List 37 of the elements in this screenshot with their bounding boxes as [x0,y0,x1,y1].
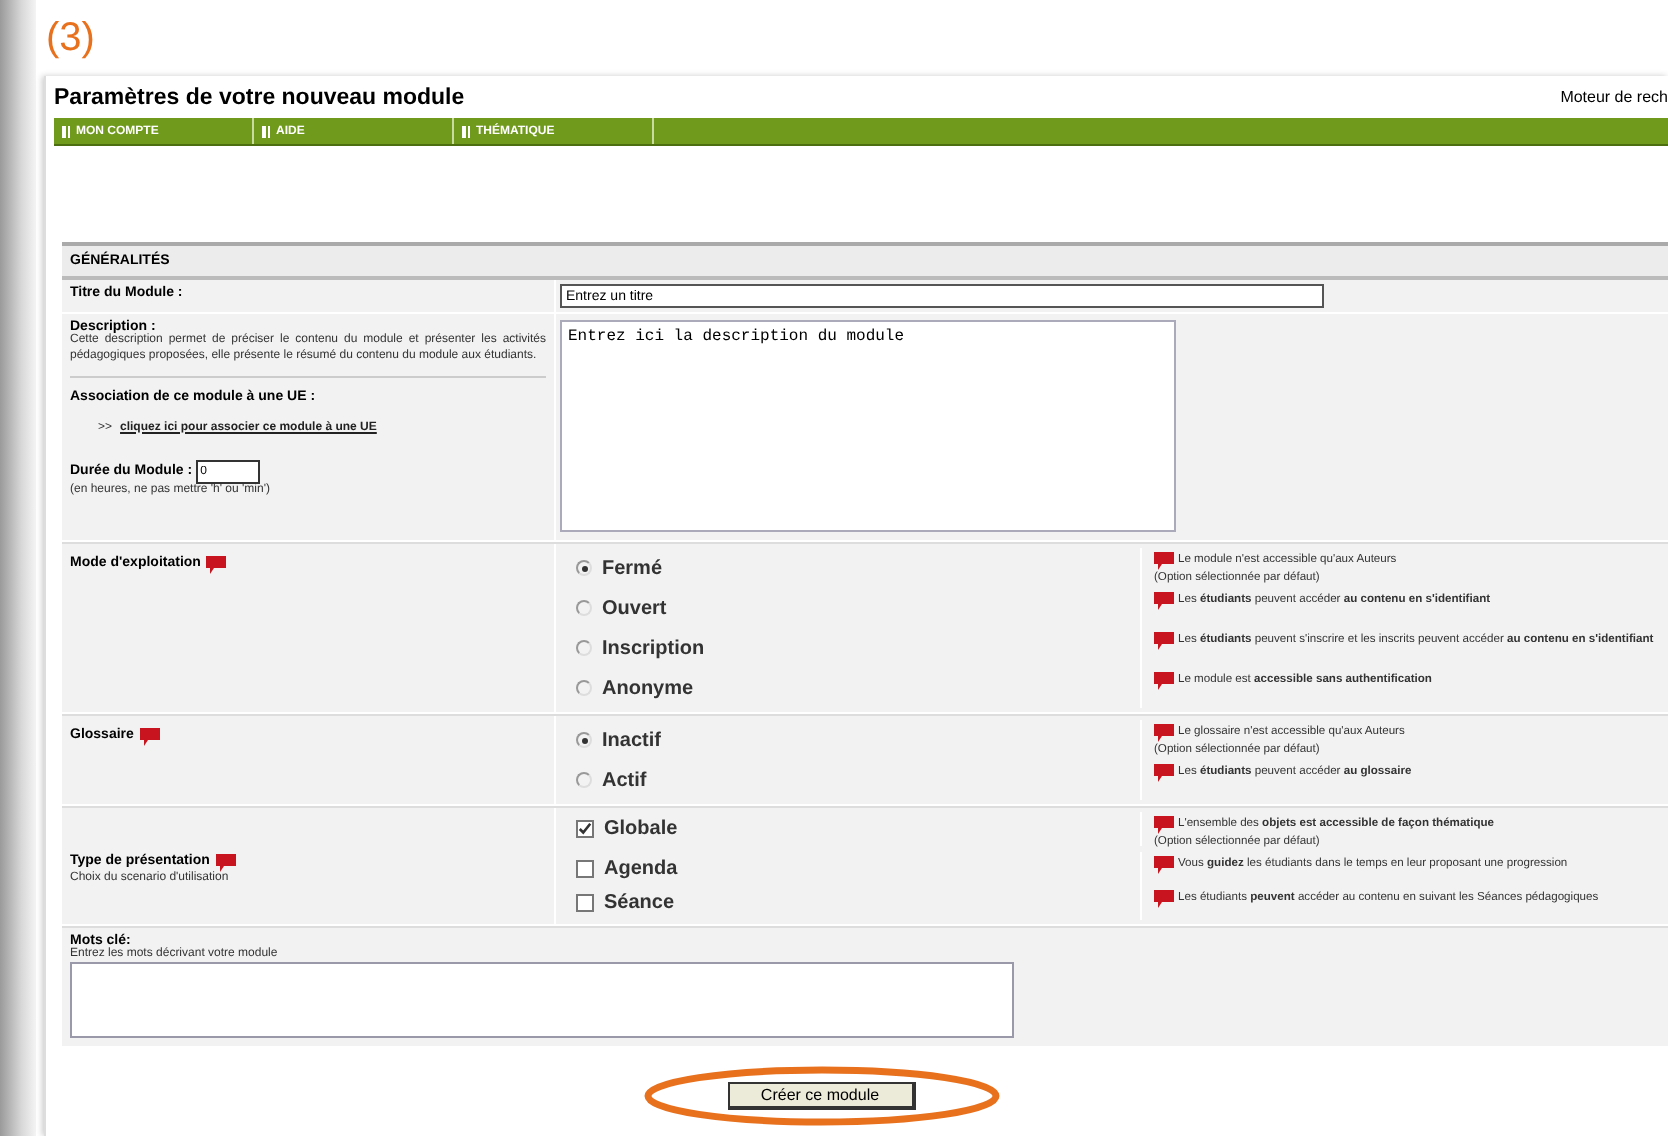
option-label: Inactif [602,729,661,751]
comment-icon [215,853,236,872]
option-label: Fermé [602,557,663,579]
comment-icon [1154,816,1174,834]
option-label: Inscription [602,637,705,659]
page-title: Paramètres de votre nouveau module [54,85,465,109]
comment-icon [139,728,160,746]
comment-icon [1154,672,1174,690]
option-label: Anonyme [602,677,694,699]
option-label: Globale [604,818,678,840]
keywords-textarea[interactable] [70,961,1014,1038]
comment-icon [1154,724,1174,742]
bullet-icon [462,125,470,137]
checkbox[interactable] [576,820,594,838]
checkbox[interactable] [576,893,594,912]
step-caption: (3) [44,14,97,64]
comment-icon [1154,552,1174,570]
radio-button[interactable] [576,680,592,696]
radio-button[interactable] [576,772,592,788]
option-label: Séance [604,891,675,914]
comment-icon [1154,764,1174,782]
comment-icon [1154,632,1174,650]
checkbox[interactable] [576,859,594,878]
option-label: Ouvert [602,597,667,619]
create-module-button[interactable]: Créer ce module [727,1081,915,1110]
radio-button[interactable] [576,600,592,616]
search-label: Moteur de rech [1560,88,1668,106]
radio-button[interactable] [576,640,592,656]
radio-button[interactable] [576,732,592,748]
option-label: Agenda [604,857,678,880]
comment-icon [1154,592,1174,610]
bullet-icon [62,125,70,137]
description-textarea[interactable]: Entrez ici la description du module [560,320,1176,532]
comment-icon [206,556,227,574]
bullet-icon [262,125,270,137]
radio-button[interactable] [576,560,592,576]
option-label: Actif [602,769,647,791]
